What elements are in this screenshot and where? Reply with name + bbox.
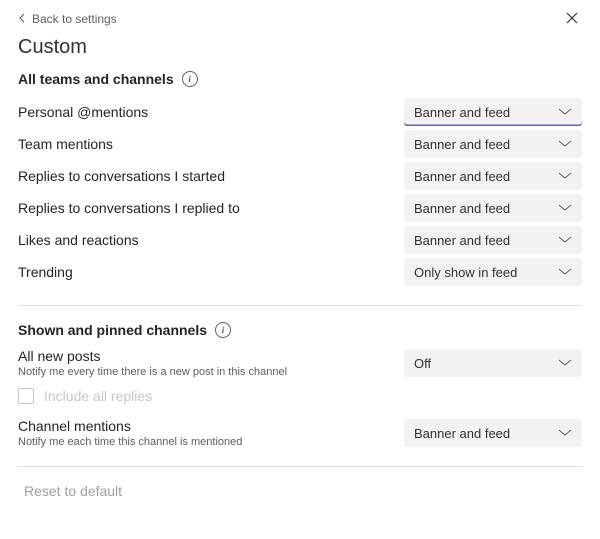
setting-select[interactable]: Banner and feed: [404, 226, 582, 254]
select-value: Banner and feed: [414, 201, 510, 216]
setting-select[interactable]: Banner and feed: [404, 130, 582, 158]
select-value: Banner and feed: [414, 137, 510, 152]
setting-label: Replies to conversations I replied to: [18, 200, 240, 216]
setting-label: Personal @mentions: [18, 104, 148, 120]
setting-label: Likes and reactions: [18, 232, 139, 248]
back-label: Back to settings: [32, 12, 117, 26]
select-value: Only show in feed: [414, 265, 517, 280]
select-value: Banner and feed: [414, 169, 510, 184]
setting-label: Trending: [18, 264, 73, 280]
chevron-down-icon: [558, 236, 572, 244]
checkbox-icon: [18, 388, 34, 404]
chevron-down-icon: [558, 268, 572, 276]
close-button[interactable]: [562, 10, 582, 28]
section-pinned-title: Shown and pinned channels: [18, 322, 207, 338]
setting-row: Likes and reactions Banner and feed: [18, 225, 582, 255]
setting-label: Replies to conversations I started: [18, 168, 225, 184]
setting-row: Replies to conversations I started Banner…: [18, 161, 582, 191]
chevron-down-icon: [558, 429, 572, 437]
setting-row: Replies to conversations I replied to Ban…: [18, 193, 582, 223]
all-new-posts-sub: Notify me every time there is a new post…: [18, 366, 287, 378]
select-value: Banner and feed: [414, 233, 510, 248]
all-new-posts-select[interactable]: Off: [404, 349, 582, 377]
setting-row: Personal @mentions Banner and feed: [18, 97, 582, 127]
select-value: Off: [414, 356, 431, 371]
close-icon: [566, 12, 578, 24]
channel-mentions-sub: Notify me each time this channel is ment…: [18, 436, 242, 448]
include-all-replies-label: Include all replies: [44, 388, 152, 404]
chevron-down-icon: [558, 108, 572, 116]
info-icon[interactable]: i: [182, 71, 198, 87]
chevron-left-icon: [18, 12, 26, 26]
setting-select[interactable]: Banner and feed: [404, 194, 582, 222]
all-new-posts-label: All new posts: [18, 348, 287, 364]
reset-to-default-button[interactable]: Reset to default: [18, 483, 582, 499]
info-icon[interactable]: i: [215, 322, 231, 338]
chevron-down-icon: [558, 172, 572, 180]
select-value: Banner and feed: [414, 105, 510, 120]
setting-row: Trending Only show in feed: [18, 257, 582, 287]
setting-select[interactable]: Banner and feed: [404, 162, 582, 190]
setting-row: Team mentions Banner and feed: [18, 129, 582, 159]
chevron-down-icon: [558, 204, 572, 212]
channel-mentions-label: Channel mentions: [18, 418, 242, 434]
section-divider: [18, 466, 582, 467]
setting-label: Team mentions: [18, 136, 113, 152]
back-to-settings-link[interactable]: Back to settings: [18, 12, 117, 26]
select-value: Banner and feed: [414, 426, 510, 441]
chevron-down-icon: [558, 359, 572, 367]
page-title: Custom: [18, 36, 582, 59]
setting-select[interactable]: Only show in feed: [404, 258, 582, 286]
section-all-title: All teams and channels: [18, 71, 174, 87]
section-divider: [18, 305, 582, 306]
channel-mentions-select[interactable]: Banner and feed: [404, 419, 582, 447]
chevron-down-icon: [558, 140, 572, 148]
include-all-replies-checkbox: Include all replies: [18, 388, 582, 404]
setting-select[interactable]: Banner and feed: [404, 98, 582, 126]
